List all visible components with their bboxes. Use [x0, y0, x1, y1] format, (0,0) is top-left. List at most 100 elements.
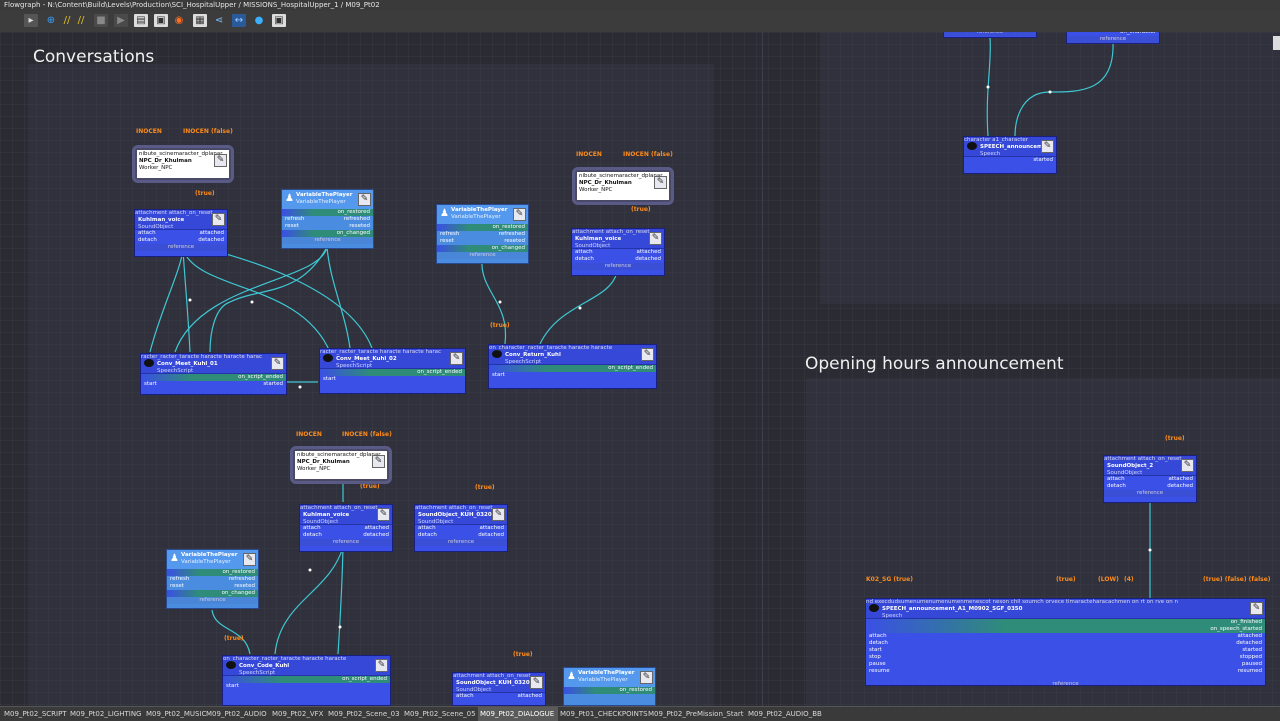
edit-icon[interactable]: ✎ [375, 659, 388, 672]
edit-icon[interactable]: ✎ [243, 553, 256, 566]
port-in[interactable]: reset [285, 223, 299, 230]
entity-node-npc-khulman[interactable]: nibute_scinemaracter_dplanar NPC_Dr_Khul… [290, 446, 392, 484]
port-in[interactable]: detach [138, 237, 157, 244]
edit-icon[interactable]: ✎ [377, 508, 390, 521]
tab-m09-pt02-script[interactable]: M09_Pt02_SCRIPT [2, 707, 68, 721]
node-reference[interactable]: reference [300, 539, 392, 546]
edit-icon[interactable]: ✎ [1041, 140, 1054, 153]
edit-icon[interactable]: ✎ [212, 213, 225, 226]
port-out[interactable]: started [1033, 157, 1053, 164]
play-icon[interactable]: ▶ [114, 14, 128, 27]
speech-script-node-conv-return-kuhl[interactable]: on_character_racter_taracte haracte hara… [488, 344, 657, 389]
port-out[interactable]: detached [198, 237, 224, 244]
sound-node-kuhlman-voice[interactable]: attachment attach_on_reset Kuhlman_voice… [299, 504, 393, 552]
tab-m09-pt02-audio-bb[interactable]: M09_Pt02_AUDIO_BB [746, 707, 822, 721]
edit-icon[interactable]: ✎ [214, 154, 227, 167]
sound-node-kuh-0320[interactable]: attachment attach_on_reset SoundObject_K… [452, 672, 546, 706]
sound-node-kuhlman-voice[interactable]: attachment attach_on_reset Kuhlman_voice… [571, 228, 665, 276]
scrollbar-handle[interactable] [1273, 36, 1280, 50]
entity-node-npc-khulman[interactable]: nibute_scinemaracter_dplanar NPC_Dr_Khul… [132, 145, 234, 183]
tab-m09-pt02-scene-05[interactable]: M09_Pt02_Scene_05 [402, 707, 478, 721]
tab-m09-pt02-scene-03[interactable]: M09_Pt02_Scene_03 [326, 707, 402, 721]
port-out[interactable]: detached [1167, 483, 1193, 490]
port-out[interactable]: paused [1242, 661, 1262, 668]
edit-icon[interactable]: ✎ [640, 671, 653, 684]
port-out[interactable]: detached [363, 532, 389, 539]
node-reference[interactable]: reference [1104, 490, 1196, 497]
edit-icon[interactable]: ✎ [271, 357, 284, 370]
port-in[interactable]: attach [418, 525, 436, 532]
port-in[interactable]: attach [303, 525, 321, 532]
node-reference[interactable]: reference [437, 252, 528, 259]
port-in[interactable]: attach [1107, 476, 1125, 483]
edit-icon[interactable]: ✎ [530, 676, 543, 689]
edit-icon[interactable]: ✎ [1250, 602, 1263, 615]
edit-icon[interactable]: ✎ [372, 455, 385, 468]
port-in[interactable]: start [144, 381, 157, 388]
port-out[interactable]: detached [1236, 640, 1262, 647]
edit-icon[interactable]: ✎ [450, 352, 463, 365]
edit-icon[interactable]: ✎ [358, 193, 371, 206]
debug-icon[interactable]: ■ [94, 14, 108, 27]
align-icon[interactable]: // [60, 14, 74, 27]
port-out[interactable]: reseted [349, 223, 370, 230]
port-out[interactable]: detached [478, 532, 504, 539]
port-in[interactable]: reset [440, 238, 454, 245]
port-in[interactable]: stop [869, 654, 881, 661]
port-in[interactable]: attach [456, 693, 474, 700]
share-icon[interactable]: ⋖ [212, 14, 226, 27]
port-out[interactable]: on_changed [337, 230, 370, 237]
variable-node-the-player[interactable]: ♟ VariableThePlayer VariableThePlayer ✎ … [563, 667, 656, 706]
port-out[interactable]: started [1242, 647, 1262, 654]
speech-node-announcement[interactable]: character a1_character SPEECH_announceme… [963, 136, 1057, 174]
partial-node[interactable]: reference [943, 32, 1037, 38]
edit-icon[interactable]: ✎ [492, 508, 505, 521]
variable-node-the-player[interactable]: ♟ VariableThePlayer VariableThePlayer ✎ … [436, 204, 529, 264]
port-out[interactable]: detached [635, 256, 661, 263]
step-icon[interactable]: ▤ [134, 14, 148, 27]
globe-icon[interactable]: ● [252, 14, 266, 27]
port-in[interactable]: pause [869, 661, 886, 668]
port-out[interactable]: attached [637, 249, 661, 256]
port-in[interactable]: detach [418, 532, 437, 539]
port-out[interactable]: attached [200, 230, 224, 237]
port-in[interactable]: start [869, 647, 882, 654]
port-in[interactable]: attach [138, 230, 156, 237]
port-out[interactable]: on_script_ended [238, 374, 283, 381]
tab-m09-pt02-music[interactable]: M09_Pt02_MUSIC [144, 707, 206, 721]
align-icon[interactable]: // [74, 14, 88, 27]
edit-icon[interactable]: ✎ [1181, 459, 1194, 472]
port-in[interactable]: attach [575, 249, 593, 256]
speech-script-node-conv-meet-kuhl-02[interactable]: racter_racter_taracte haracte haracte ha… [319, 348, 466, 394]
edit-icon[interactable]: ✎ [513, 208, 526, 221]
port-out[interactable]: on_changed [492, 245, 525, 252]
tab-m09-pt02-vfx[interactable]: M09_Pt02_VFX [270, 707, 326, 721]
port-out[interactable]: started [263, 381, 283, 388]
port-in[interactable]: attach [869, 633, 887, 640]
link-icon[interactable]: ↔ [232, 14, 246, 27]
tab-m09-pt01-checkpoints[interactable]: M09_Pt01_CHECKPOINTS [558, 707, 648, 721]
port-out[interactable]: on_script_ended [608, 365, 653, 372]
entity-node-npc-khulman[interactable]: nibute_scinemaracter_dplanar NPC_Dr_Khul… [572, 167, 674, 205]
edit-icon[interactable]: ✎ [654, 176, 667, 189]
pointer-icon[interactable]: ▸ [24, 14, 38, 27]
port-in[interactable]: refresh [170, 576, 189, 583]
port-in[interactable]: detach [575, 256, 594, 263]
port-out[interactable]: resumed [1238, 668, 1262, 675]
port-in[interactable]: refresh [285, 216, 304, 223]
port-out[interactable]: refreshed [344, 216, 370, 223]
sound-node-kuh-0320[interactable]: attachment attach_on_reset SoundObject_K… [414, 504, 508, 552]
port-in[interactable]: detach [869, 640, 888, 647]
node-reference[interactable]: reference [167, 597, 258, 604]
speech-script-node-conv-code-kuhl[interactable]: on_character_racter_taracte haracte hara… [222, 655, 391, 706]
port-out[interactable]: reseted [504, 238, 525, 245]
eye-icon[interactable]: ◉ [172, 14, 186, 27]
port-in[interactable]: start [226, 683, 239, 690]
port-out[interactable]: stopped [1240, 654, 1262, 661]
port-out[interactable]: reseted [234, 583, 255, 590]
node-reference[interactable]: reference [135, 244, 227, 251]
node-reference[interactable]: reference [282, 237, 373, 244]
port-in[interactable]: start [492, 372, 505, 379]
port-out[interactable]: attached [365, 525, 389, 532]
flowgraph-canvas[interactable]: Conversations Opening hours announcement [0, 32, 1280, 706]
